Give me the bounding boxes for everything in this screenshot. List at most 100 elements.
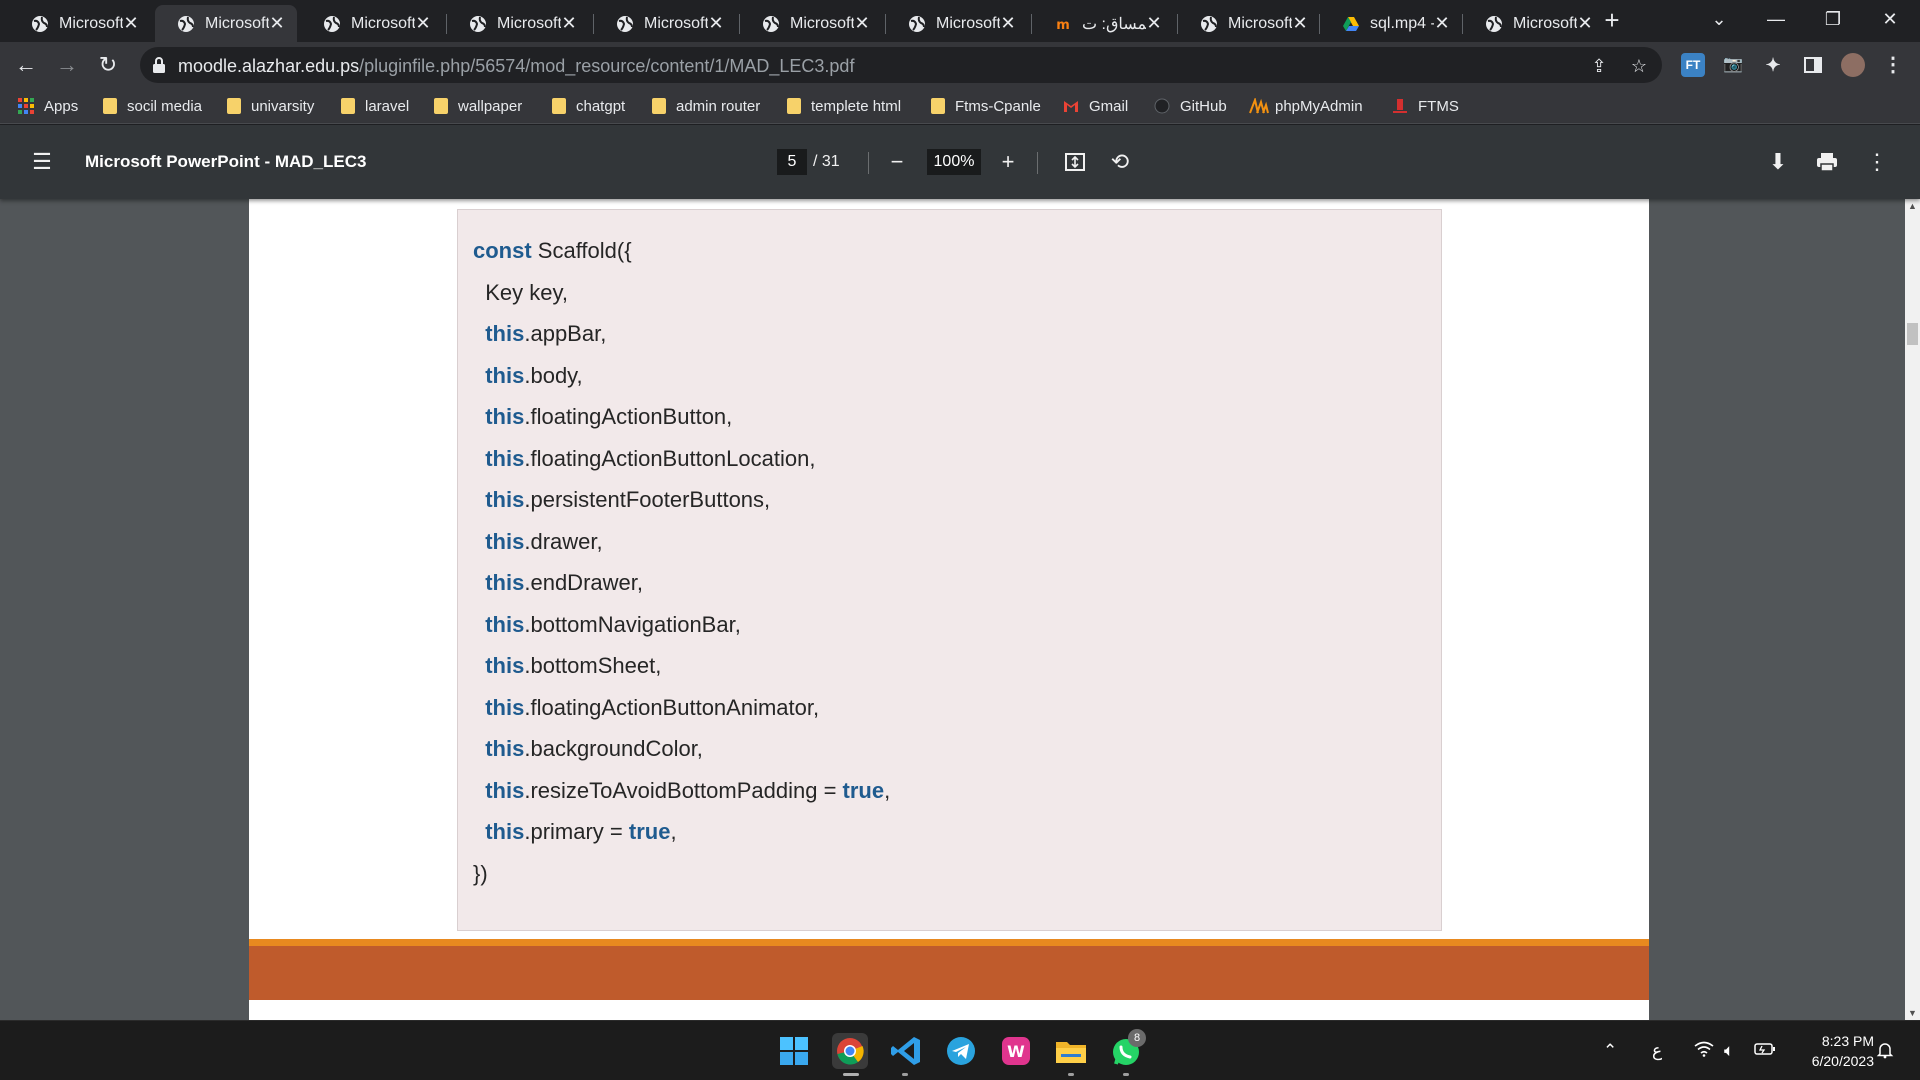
rotate-icon[interactable]: ⟲ bbox=[1107, 149, 1133, 175]
address-bar[interactable]: moodle.alazhar.edu.ps/pluginfile.php/565… bbox=[140, 47, 1662, 83]
code-line: this.backgroundColor, bbox=[473, 736, 703, 762]
zoom-out-icon[interactable]: − bbox=[884, 149, 910, 175]
vscode-icon[interactable] bbox=[888, 1033, 924, 1069]
back-button[interactable]: ← bbox=[10, 49, 42, 81]
lock-icon[interactable] bbox=[152, 56, 166, 79]
vertical-scrollbar[interactable]: ▲ ▼ bbox=[1905, 199, 1920, 1020]
close-tab-icon[interactable]: ✕ bbox=[561, 13, 577, 34]
code-text: .appBar, bbox=[524, 321, 607, 346]
reload-button[interactable]: ↻ bbox=[92, 49, 124, 81]
close-tab-icon[interactable]: ✕ bbox=[123, 13, 139, 34]
folder-icon bbox=[652, 98, 666, 114]
close-tab-icon[interactable]: ✕ bbox=[1577, 13, 1593, 34]
close-tab-icon[interactable]: ✕ bbox=[1146, 13, 1162, 34]
tab-separator bbox=[885, 14, 886, 34]
scroll-down-arrow-icon[interactable]: ▼ bbox=[1905, 1006, 1920, 1020]
browser-tab[interactable]: Microsoft ✕ bbox=[1178, 5, 1320, 42]
ft-extension-icon[interactable]: FT bbox=[1681, 53, 1705, 77]
camera-extension-icon[interactable]: 📷 bbox=[1721, 53, 1745, 77]
browser-tab[interactable]: Microsoft ✕ bbox=[155, 5, 297, 42]
system-clock[interactable]: 8:23 PM 6/20/2023 bbox=[1794, 1031, 1874, 1071]
tab-title: Microsoft bbox=[205, 14, 269, 32]
bookmark-item[interactable]: templete html bbox=[787, 94, 901, 118]
notifications-bell-icon[interactable] bbox=[1876, 1041, 1894, 1064]
wifi-icon[interactable] bbox=[1694, 1041, 1714, 1062]
windows-start-icon[interactable] bbox=[776, 1033, 812, 1069]
browser-tab[interactable]: m المساق: ت✕ bbox=[1032, 5, 1174, 42]
close-tab-icon[interactable]: ✕ bbox=[1434, 13, 1450, 34]
browser-tab[interactable]: Microsoft ✕ bbox=[447, 5, 589, 42]
globe-icon bbox=[1200, 15, 1218, 33]
bookmark-item[interactable]: Gmail bbox=[1063, 94, 1128, 118]
input-language-indicator[interactable]: ع bbox=[1652, 1041, 1662, 1061]
profile-avatar[interactable] bbox=[1841, 53, 1865, 77]
whatsapp-icon[interactable]: 8 bbox=[1108, 1029, 1146, 1069]
code-text: , bbox=[884, 777, 891, 803]
apps-grid-icon bbox=[18, 98, 34, 114]
code-line: this.appBar, bbox=[473, 321, 606, 347]
show-hidden-icons-chevron-icon[interactable]: ⌃ bbox=[1603, 1041, 1617, 1061]
bookmark-item[interactable]: socil media bbox=[103, 94, 202, 118]
browser-tab[interactable]: sql.mp4 - ✕ bbox=[1320, 5, 1462, 42]
code-line: this.endDrawer, bbox=[473, 570, 643, 596]
share-icon[interactable]: ⇪ bbox=[1588, 55, 1610, 77]
forward-button[interactable]: → bbox=[51, 49, 83, 81]
close-tab-icon[interactable]: ✕ bbox=[1292, 13, 1308, 34]
zoom-in-icon[interactable]: + bbox=[995, 149, 1021, 175]
close-tab-icon[interactable]: ✕ bbox=[269, 13, 285, 34]
code-line: }) bbox=[473, 861, 488, 887]
bookmark-item[interactable]: laravel bbox=[341, 94, 409, 118]
close-tab-icon[interactable]: ✕ bbox=[1000, 13, 1016, 34]
pdf-document-area[interactable]: const Scaffold({ Key key, this.appBar, t… bbox=[0, 199, 1905, 1020]
scroll-thumb[interactable] bbox=[1907, 323, 1918, 345]
restore-button[interactable]: ❐ bbox=[1805, 0, 1861, 40]
battery-icon[interactable] bbox=[1754, 1041, 1776, 1061]
print-icon[interactable] bbox=[1814, 149, 1840, 175]
running-indicator bbox=[1123, 1073, 1129, 1076]
chrome-icon[interactable] bbox=[832, 1033, 868, 1069]
browser-tab[interactable]: Microsoft ✕ bbox=[1463, 5, 1605, 42]
bookmark-item[interactable]: wallpaper bbox=[434, 94, 522, 118]
page-number-input[interactable]: 5 bbox=[777, 149, 807, 175]
bookmark-item[interactable]: Apps bbox=[18, 94, 78, 118]
bookmark-item[interactable]: GitHub bbox=[1154, 94, 1227, 118]
download-icon[interactable]: ⬇ bbox=[1765, 149, 1791, 175]
bookmark-item[interactable]: FTMS bbox=[1392, 94, 1459, 118]
bookmark-item[interactable]: univarsity bbox=[227, 94, 314, 118]
bookmark-item[interactable]: admin router bbox=[652, 94, 760, 118]
hamburger-menu-icon[interactable]: ☰ bbox=[29, 149, 55, 175]
close-tab-icon[interactable]: ✕ bbox=[415, 13, 431, 34]
browser-tab[interactable]: Microsoft ✕ bbox=[301, 5, 443, 42]
side-panel-icon[interactable] bbox=[1801, 53, 1825, 77]
bookmark-star-icon[interactable]: ☆ bbox=[1628, 55, 1650, 77]
bookmark-item[interactable]: chatgpt bbox=[552, 94, 625, 118]
browser-tab[interactable]: Microsoft ✕ bbox=[740, 5, 882, 42]
fit-to-page-icon[interactable] bbox=[1062, 149, 1088, 175]
scroll-up-arrow-icon[interactable]: ▲ bbox=[1905, 199, 1920, 213]
close-tab-icon[interactable]: ✕ bbox=[708, 13, 724, 34]
extensions-puzzle-icon[interactable]: ✦ bbox=[1761, 53, 1785, 77]
minimize-button[interactable]: — bbox=[1748, 0, 1804, 40]
bookmark-item[interactable]: Ftms-Cpanle bbox=[931, 94, 1041, 118]
browser-tab[interactable]: Microsoft ✕ bbox=[886, 5, 1028, 42]
volume-icon[interactable]: 🔈︎ bbox=[1724, 1041, 1734, 1061]
more-actions-icon[interactable]: ⋮ bbox=[1864, 149, 1890, 175]
browser-tab[interactable]: Microsoft ✕ bbox=[594, 5, 736, 42]
wampserver-icon[interactable]: W bbox=[998, 1033, 1034, 1069]
tab-search-icon[interactable]: ⌄ bbox=[1691, 0, 1747, 40]
browser-tab[interactable]: Microsoft ✕ bbox=[9, 5, 151, 42]
new-tab-button[interactable]: + bbox=[1597, 6, 1627, 36]
close-tab-icon[interactable]: ✕ bbox=[854, 13, 870, 34]
zoom-level-input[interactable]: 100% bbox=[927, 149, 981, 175]
tab-separator bbox=[1031, 14, 1032, 34]
address-url[interactable]: moodle.alazhar.edu.ps/pluginfile.php/565… bbox=[178, 56, 854, 77]
folder-icon bbox=[552, 98, 566, 114]
telegram-icon[interactable] bbox=[943, 1033, 979, 1069]
browser-menu-icon[interactable]: ⋮ bbox=[1881, 53, 1905, 77]
bookmark-item[interactable]: phpMyAdmin bbox=[1249, 94, 1363, 118]
file-explorer-icon[interactable] bbox=[1053, 1033, 1089, 1069]
close-window-button[interactable]: ✕ bbox=[1862, 0, 1918, 40]
